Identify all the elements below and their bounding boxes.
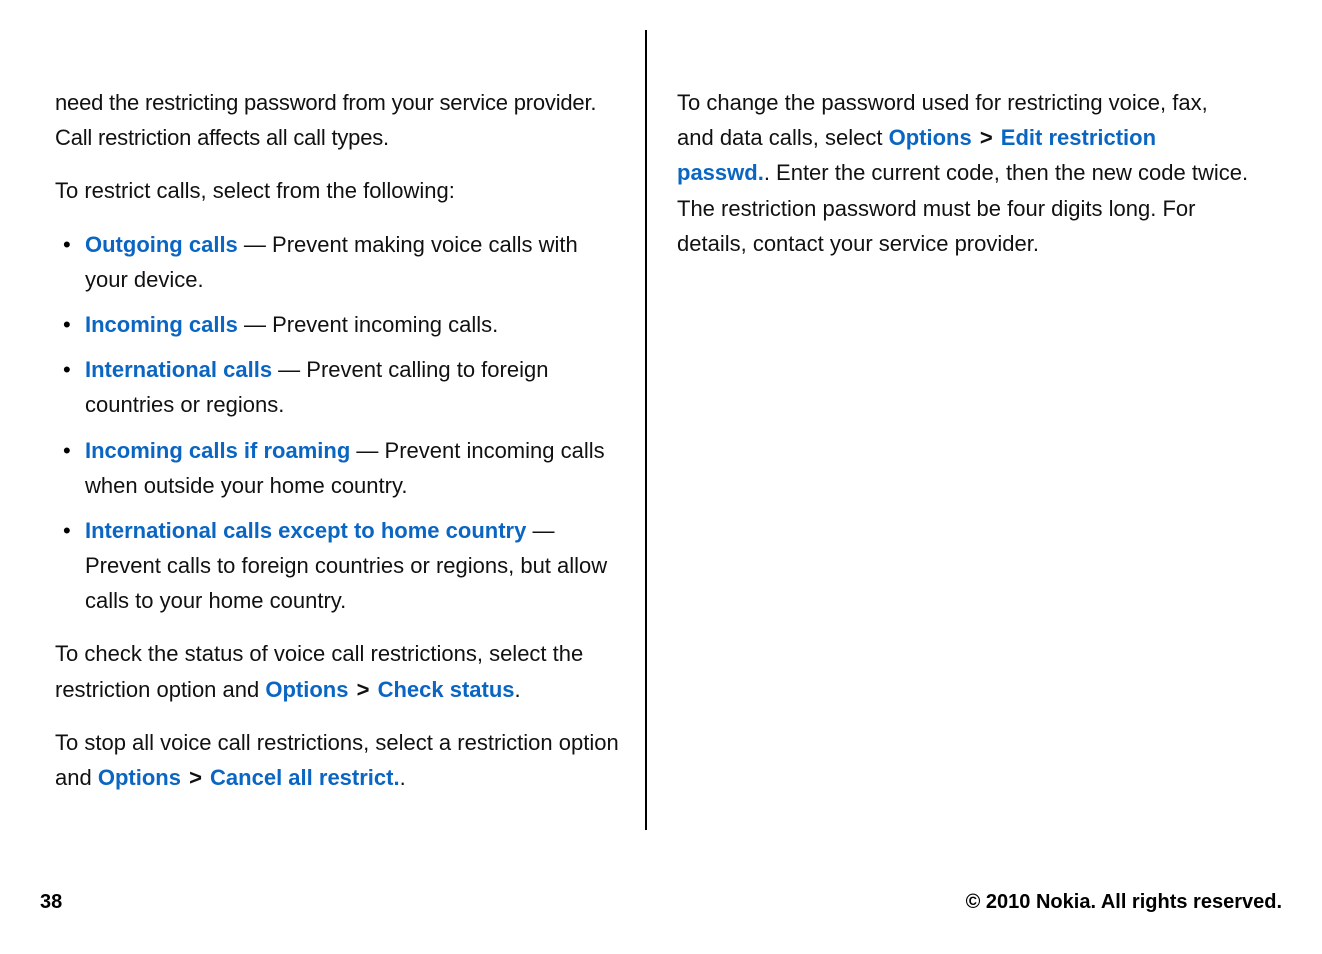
menu-option: Cancel all restrict. xyxy=(210,765,400,790)
list-item: International calls except to home count… xyxy=(55,513,620,619)
paragraph-check-status: To check the status of voice call restri… xyxy=(55,636,620,706)
gt-separator: > xyxy=(189,765,202,790)
menu-option: Options xyxy=(98,765,181,790)
gt-separator: > xyxy=(980,125,993,150)
menu-option: Options xyxy=(889,125,972,150)
option-desc: Prevent calls to foreign countries or re… xyxy=(85,553,607,613)
dash: — xyxy=(238,232,272,257)
text-end: . xyxy=(400,765,406,790)
paragraph-intro: need the restricting password from your … xyxy=(55,85,620,155)
page-footer: 38 © 2010 Nokia. All rights reserved. xyxy=(40,891,1282,914)
list-item: Incoming calls — Prevent incoming calls. xyxy=(55,307,620,342)
right-column: To change the password used for restrict… xyxy=(645,30,1250,830)
option-label: International calls except to home count… xyxy=(85,518,526,543)
content-columns: need the restricting password from your … xyxy=(55,30,1282,830)
gt-separator: > xyxy=(357,677,370,702)
paragraph-cancel-all: To stop all voice call restrictions, sel… xyxy=(55,725,620,795)
option-label: Incoming calls if roaming xyxy=(85,438,350,463)
copyright: © 2010 Nokia. All rights reserved. xyxy=(966,891,1282,914)
option-label: Incoming calls xyxy=(85,312,238,337)
paragraph-change-password: To change the password used for restrict… xyxy=(677,85,1250,261)
dash: — xyxy=(238,312,272,337)
text-end: . xyxy=(515,677,521,702)
list-item: Incoming calls if roaming — Prevent inco… xyxy=(55,433,620,503)
dash: — xyxy=(526,518,554,543)
menu-option: Check status xyxy=(378,677,515,702)
restriction-options-list: Outgoing calls — Prevent making voice ca… xyxy=(55,227,620,619)
dash: — xyxy=(350,438,384,463)
option-label: International calls xyxy=(85,357,272,382)
list-item: Outgoing calls — Prevent making voice ca… xyxy=(55,227,620,297)
left-column: need the restricting password from your … xyxy=(55,30,645,830)
page-number: 38 xyxy=(40,891,62,914)
option-desc: Prevent incoming calls. xyxy=(272,312,498,337)
menu-option: Options xyxy=(265,677,348,702)
manual-page: need the restricting password from your … xyxy=(0,0,1322,954)
paragraph-instruction: To restrict calls, select from the follo… xyxy=(55,173,620,208)
list-item: International calls — Prevent calling to… xyxy=(55,352,620,422)
option-label: Outgoing calls xyxy=(85,232,238,257)
dash: — xyxy=(272,357,306,382)
